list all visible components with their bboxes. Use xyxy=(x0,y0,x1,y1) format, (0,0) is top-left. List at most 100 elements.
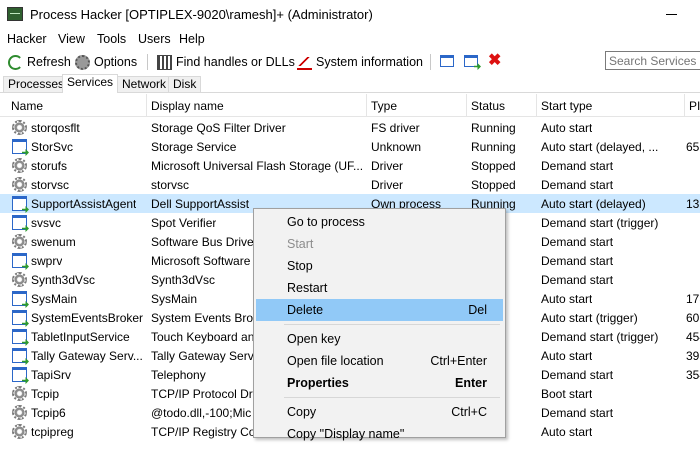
cell-display: Storage QoS Filter Driver xyxy=(151,121,286,135)
table-row[interactable]: storqosflt Storage QoS Filter Driver FS dr… xyxy=(0,118,700,137)
column-pid[interactable]: PI xyxy=(689,99,700,113)
cell-start: Auto start xyxy=(541,121,593,135)
cell-name: tcpipreg xyxy=(31,425,74,439)
refresh-label: Refresh xyxy=(27,55,71,69)
service-window-icon xyxy=(12,310,27,325)
cell-start: Demand start xyxy=(541,273,614,287)
cell-name: swprv xyxy=(31,254,63,268)
context-menu-item-open-file-location[interactable]: Open file location Ctrl+Enter xyxy=(256,350,503,372)
table-row[interactable]: StorSvc Storage Service Unknown Running Auto… xyxy=(0,137,700,156)
toolbar: Refresh Options Find handles or DLLs Sys… xyxy=(0,50,700,74)
system-information-button[interactable]: System information xyxy=(297,53,423,71)
tab-disk[interactable]: Disk xyxy=(168,76,202,92)
column-divider[interactable] xyxy=(366,94,367,116)
menu-hacker[interactable]: Hacker xyxy=(7,32,47,46)
column-name[interactable]: Name xyxy=(11,99,43,113)
refresh-button[interactable]: Refresh xyxy=(8,53,71,71)
cell-start: Auto start xyxy=(541,349,593,363)
cell-name: TapiSrv xyxy=(31,368,72,382)
cell-name: SupportAssistAgent xyxy=(31,197,137,211)
menu-item-label: Go to process xyxy=(287,215,365,229)
cell-pid: 60 xyxy=(686,311,700,325)
menu-bar: Hacker View Tools Users Help xyxy=(0,30,700,50)
cell-display: @todo.dll,-100;Mic xyxy=(151,406,252,420)
title-bar: Process Hacker [OPTIPLEX-9020\ramesh]+ (… xyxy=(0,0,700,30)
menu-help[interactable]: Help xyxy=(179,32,205,46)
minimize-button[interactable] xyxy=(662,6,682,22)
cell-display: Microsoft Universal Flash Storage (UF... xyxy=(151,159,364,173)
context-menu-item-stop[interactable]: Stop xyxy=(256,255,503,277)
driver-gear-icon xyxy=(12,120,27,135)
menu-item-label: Restart xyxy=(287,281,328,295)
column-start-type[interactable]: Start type xyxy=(541,99,592,113)
cell-start: Demand start xyxy=(541,159,614,173)
column-divider[interactable] xyxy=(536,94,537,116)
cell-status: Stopped xyxy=(471,178,516,192)
cell-name: TabletInputService xyxy=(31,330,130,344)
column-divider[interactable] xyxy=(146,94,147,116)
context-menu-item-restart[interactable]: Restart xyxy=(256,277,503,299)
tab-network[interactable]: Network xyxy=(117,76,172,92)
cell-status: Running xyxy=(471,140,516,154)
options-label: Options xyxy=(94,55,138,69)
cell-start: Demand start xyxy=(541,406,614,420)
context-menu-item-go-to-process[interactable]: Go to process xyxy=(256,211,503,233)
cell-name: storqosflt xyxy=(31,121,80,135)
column-divider[interactable] xyxy=(466,94,467,116)
refresh-icon xyxy=(8,54,23,70)
close-icon[interactable]: ✖ xyxy=(488,52,501,70)
tab-processes[interactable]: Processes xyxy=(3,76,70,92)
menu-item-label: Open key xyxy=(287,332,341,346)
table-row[interactable]: storufs Microsoft Universal Flash Storage… xyxy=(0,156,700,175)
menu-view[interactable]: View xyxy=(58,32,85,46)
cell-status: Running xyxy=(471,121,516,135)
window-go-icon[interactable] xyxy=(464,55,478,67)
menu-separator xyxy=(284,397,500,398)
menu-tools[interactable]: Tools xyxy=(97,32,126,46)
column-divider[interactable] xyxy=(684,94,685,116)
cell-name: swenum xyxy=(31,235,76,249)
context-menu-item-open-key[interactable]: Open key xyxy=(256,328,503,350)
cell-name: Tcpip xyxy=(31,387,60,401)
service-window-icon xyxy=(12,329,27,344)
cell-name: SystemEventsBroker xyxy=(31,311,144,325)
cell-start: Demand start (trigger) xyxy=(541,216,659,230)
table-row[interactable]: storvsc storvsc Driver Stopped Demand start xyxy=(0,175,700,194)
context-menu-item-properties[interactable]: Properties Enter xyxy=(256,372,503,394)
cell-start: Demand start xyxy=(541,254,614,268)
find-handles-button[interactable]: Find handles or DLLs xyxy=(157,53,295,71)
window-title: Process Hacker [OPTIPLEX-9020\ramesh]+ (… xyxy=(30,7,373,22)
menu-separator xyxy=(284,324,500,325)
window-icon[interactable] xyxy=(440,55,454,67)
options-button[interactable]: Options xyxy=(75,53,137,71)
menu-users[interactable]: Users xyxy=(138,32,171,46)
menu-item-label: Copy xyxy=(287,405,317,419)
toolbar-separator xyxy=(147,54,148,70)
cell-name: StorSvc xyxy=(31,140,74,154)
cell-display: TCP/IP Registry Co xyxy=(151,425,256,439)
menu-item-label: Delete xyxy=(287,303,324,317)
cell-display: Spot Verifier xyxy=(151,216,217,230)
cell-display: Storage Service xyxy=(151,140,237,154)
column-type[interactable]: Type xyxy=(371,99,397,113)
search-input[interactable] xyxy=(605,51,700,70)
cell-pid: 395 xyxy=(686,349,700,363)
context-menu-item-copy[interactable]: Copy Ctrl+C xyxy=(256,401,503,423)
column-display-name[interactable]: Display name xyxy=(151,99,224,113)
service-window-icon xyxy=(12,196,27,211)
cell-start: Auto start xyxy=(541,292,593,306)
context-menu-item-copy-display-name[interactable]: Copy "Display name" xyxy=(256,423,503,445)
context-menu-item-delete[interactable]: Delete Del xyxy=(256,299,503,321)
menu-item-label: Properties xyxy=(287,376,349,390)
service-window-icon xyxy=(12,139,27,154)
toolbar-separator xyxy=(430,54,431,70)
cell-status: Stopped xyxy=(471,159,516,173)
column-status[interactable]: Status xyxy=(471,99,505,113)
process-hacker-app-icon xyxy=(7,7,23,21)
menu-item-label: Stop xyxy=(287,259,313,273)
menu-item-shortcut: Del xyxy=(468,303,487,317)
cell-display: Microsoft Software xyxy=(151,254,251,268)
cell-name: Synth3dVsc xyxy=(31,273,96,287)
tab-services[interactable]: Services xyxy=(62,74,119,93)
cell-pid: 173 xyxy=(686,292,700,306)
